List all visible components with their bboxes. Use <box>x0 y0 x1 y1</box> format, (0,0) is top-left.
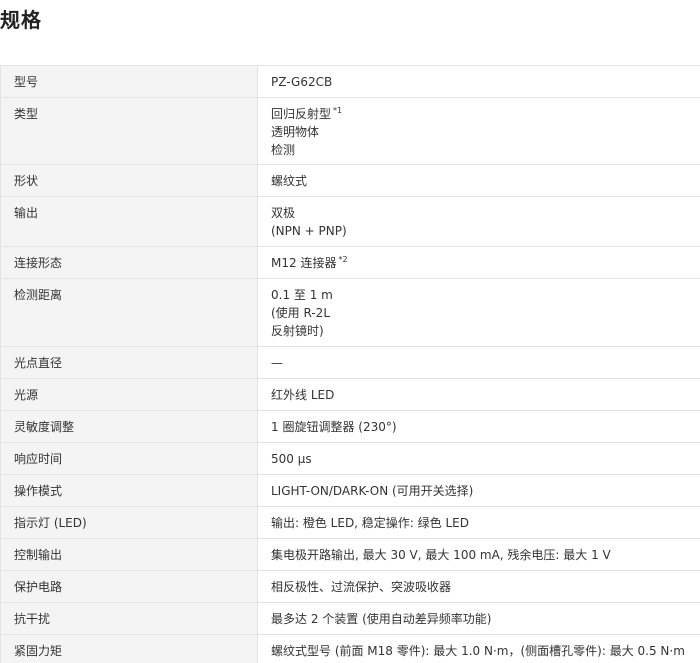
spec-value-line: 检测 <box>271 141 700 159</box>
table-row: 检测距离 0.1 至 1 m (使用 R-2L 反射镜时) <box>0 278 700 347</box>
spec-value: 0.1 至 1 m (使用 R-2L 反射镜时) <box>257 278 700 347</box>
spec-value: 红外线 LED <box>257 378 700 411</box>
spec-label: 检测距离 <box>0 278 258 347</box>
spec-value: 500 µs <box>257 442 700 475</box>
spec-label: 型号 <box>0 65 258 98</box>
spec-value-text: 检测 <box>271 143 296 157</box>
spec-label: 操作模式 <box>0 474 258 507</box>
spec-value-line: 透明物体 <box>271 123 700 141</box>
spec-value-text: 透明物体 <box>271 125 320 139</box>
spec-value-line: 500 µs <box>271 450 700 468</box>
spec-label: 响应时间 <box>0 442 258 475</box>
spec-value-text: — <box>271 356 283 370</box>
spec-value-text: 反射镜时) <box>271 324 324 338</box>
spec-label: 指示灯 (LED) <box>0 506 258 539</box>
spec-label: 形状 <box>0 164 258 197</box>
spec-value-line: 反射镜时) <box>271 322 700 340</box>
table-row: 紧固力矩 螺纹式型号 (前面 M18 零件): 最大 1.0 N·m，(侧面槽孔零… <box>0 634 700 663</box>
spec-label: 紧固力矩 <box>0 634 258 663</box>
spec-value: 集电极开路输出, 最大 30 V, 最大 100 mA, 残余电压: 最大 1 … <box>257 538 700 571</box>
spec-value-text: 红外线 LED <box>271 388 335 402</box>
table-row: 灵敏度调整 1 圈旋钮调整器 (230°) <box>0 410 700 443</box>
spec-value-line: (NPN + PNP) <box>271 222 700 240</box>
spec-value-line: 螺纹式型号 (前面 M18 零件): 最大 1.0 N·m，(侧面槽孔零件): … <box>271 642 700 660</box>
spec-table-body: 型号 PZ-G62CB 类型 回归反射型 *1 透明物体 检测 形状 螺纹式 输出 双极 (NPN +… <box>0 65 700 663</box>
table-row: 类型 回归反射型 *1 透明物体检测 <box>0 97 700 165</box>
spec-value: 1 圈旋钮调整器 (230°) <box>257 410 700 443</box>
table-row: 光点直径 — <box>0 346 700 379</box>
spec-value-text: M12 连接器 <box>271 256 337 270</box>
page-title: 规格 <box>0 8 42 32</box>
spec-label: 抗干扰 <box>0 602 258 635</box>
spec-value-text: (使用 R-2L <box>271 306 330 320</box>
spec-value-text: 螺纹式型号 (前面 M18 零件): 最大 1.0 N·m，(侧面槽孔零件): … <box>271 644 685 658</box>
spec-value-line: 1 圈旋钮调整器 (230°) <box>271 418 700 436</box>
spec-value: — <box>257 346 700 379</box>
spec-value: 回归反射型 *1 透明物体检测 <box>257 97 700 165</box>
table-row: 保护电路 相反极性、过流保护、突波吸收器 <box>0 570 700 603</box>
spec-value-text: 回归反射型 <box>271 107 332 121</box>
spec-value: 输出: 橙色 LED, 稳定操作: 绿色 LED <box>257 506 700 539</box>
table-row: 光源 红外线 LED <box>0 378 700 411</box>
spec-value: LIGHT-ON/DARK-ON (可用开关选择) <box>257 474 700 507</box>
table-row: 响应时间 500 µs <box>0 442 700 475</box>
spec-value-text: 螺纹式 <box>271 174 308 188</box>
footnote-marker: *2 <box>338 255 348 264</box>
spec-value-text: LIGHT-ON/DARK-ON (可用开关选择) <box>271 484 474 498</box>
spec-value-line: (使用 R-2L <box>271 304 700 322</box>
spec-value-text: 输出: 橙色 LED, 稳定操作: 绿色 LED <box>271 516 469 530</box>
spec-value-line: 集电极开路输出, 最大 30 V, 最大 100 mA, 残余电压: 最大 1 … <box>271 546 700 564</box>
table-row: 抗干扰 最多达 2 个装置 (使用自动差异频率功能) <box>0 602 700 635</box>
spec-value: M12 连接器 *2 <box>257 246 700 279</box>
spec-value-line: 输出: 橙色 LED, 稳定操作: 绿色 LED <box>271 514 700 532</box>
spec-value-text: 0.1 至 1 m <box>271 288 333 302</box>
spec-label: 光源 <box>0 378 258 411</box>
spec-label: 控制输出 <box>0 538 258 571</box>
table-row: 指示灯 (LED) 输出: 橙色 LED, 稳定操作: 绿色 LED <box>0 506 700 539</box>
spec-value: PZ-G62CB <box>257 65 700 98</box>
spec-value-line: 双极 <box>271 204 700 222</box>
spec-value-text: PZ-G62CB <box>271 75 333 89</box>
spec-value-text: 双极 <box>271 206 296 220</box>
spec-value: 螺纹式 <box>257 164 700 197</box>
footnote-marker: *1 <box>333 106 343 115</box>
spec-value-line: 螺纹式 <box>271 172 700 190</box>
table-row: 控制输出 集电极开路输出, 最大 30 V, 最大 100 mA, 残余电压: 最… <box>0 538 700 571</box>
spec-label: 连接形态 <box>0 246 258 279</box>
spec-value-text: (NPN + PNP) <box>271 224 347 238</box>
spec-value-line: 红外线 LED <box>271 386 700 404</box>
spec-value-text: 最多达 2 个装置 (使用自动差异频率功能) <box>271 612 492 626</box>
spec-value-line: M12 连接器 *2 <box>271 254 700 272</box>
spec-value: 双极 (NPN + PNP) <box>257 196 700 247</box>
spec-value-line: — <box>271 354 700 372</box>
table-row: 操作模式 LIGHT-ON/DARK-ON (可用开关选择) <box>0 474 700 507</box>
spec-value: 相反极性、过流保护、突波吸收器 <box>257 570 700 603</box>
table-row: 输出 双极 (NPN + PNP) <box>0 196 700 247</box>
spec-label: 输出 <box>0 196 258 247</box>
spec-table: 型号 PZ-G62CB 类型 回归反射型 *1 透明物体 检测 形状 螺纹式 输出 双极 (NPN +… <box>0 65 700 663</box>
spec-value-text: 相反极性、过流保护、突波吸收器 <box>271 580 452 594</box>
spec-value-line: 回归反射型 *1 <box>271 105 700 123</box>
spec-value-line: 0.1 至 1 m <box>271 286 700 304</box>
spec-value-line: 相反极性、过流保护、突波吸收器 <box>271 578 700 596</box>
spec-label: 光点直径 <box>0 346 258 379</box>
table-row: 连接形态 M12 连接器 *2 <box>0 246 700 279</box>
spec-value-line: PZ-G62CB <box>271 73 700 91</box>
spec-value-line: 最多达 2 个装置 (使用自动差异频率功能) <box>271 610 700 628</box>
spec-label: 类型 <box>0 97 258 165</box>
table-row: 形状 螺纹式 <box>0 164 700 197</box>
spec-value: 螺纹式型号 (前面 M18 零件): 最大 1.0 N·m，(侧面槽孔零件): … <box>257 634 700 663</box>
spec-value: 最多达 2 个装置 (使用自动差异频率功能) <box>257 602 700 635</box>
spec-value-text: 集电极开路输出, 最大 30 V, 最大 100 mA, 残余电压: 最大 1 … <box>271 548 611 562</box>
table-row: 型号 PZ-G62CB <box>0 65 700 98</box>
spec-value-text: 1 圈旋钮调整器 (230°) <box>271 420 397 434</box>
spec-page: 规格 型号 PZ-G62CB 类型 回归反射型 *1 透明物体 检测 形状 螺纹式 输出 双极 (NP… <box>0 0 700 663</box>
spec-label: 保护电路 <box>0 570 258 603</box>
spec-value-line: LIGHT-ON/DARK-ON (可用开关选择) <box>271 482 700 500</box>
spec-label: 灵敏度调整 <box>0 410 258 443</box>
spec-value-text: 500 µs <box>271 452 312 466</box>
